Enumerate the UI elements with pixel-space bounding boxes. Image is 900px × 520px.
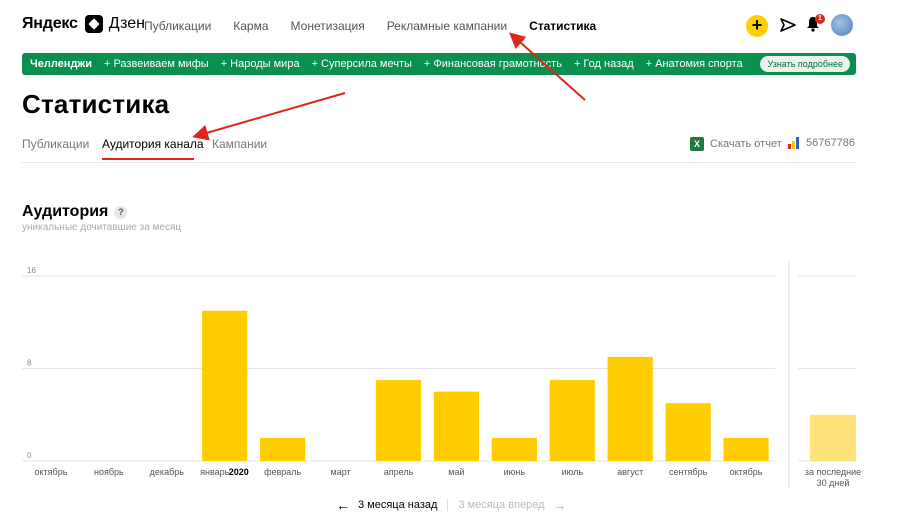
pager-forward-button[interactable]: 3 месяца вперед bbox=[458, 499, 544, 511]
download-report-label: Скачать отчет bbox=[710, 138, 782, 150]
bar bbox=[665, 403, 711, 461]
x-tick-label: январь bbox=[200, 467, 230, 477]
arrow-right-icon[interactable]: → bbox=[553, 497, 567, 513]
bar-last-30-days bbox=[810, 414, 856, 461]
notification-badge: 1 bbox=[815, 14, 825, 24]
bar bbox=[202, 310, 248, 461]
channel-id: 56767786 bbox=[788, 137, 855, 149]
challenge-bar: Челленджи + Развеиваем мифы + Народы мир… bbox=[22, 53, 856, 75]
chart-pager: ← 3 месяца назад 3 месяца вперед → bbox=[336, 497, 567, 513]
challenge-title: Челленджи bbox=[30, 58, 92, 70]
y-tick-label: 8 bbox=[27, 359, 32, 368]
tab-publications[interactable]: Публикации bbox=[22, 137, 89, 151]
tabs-divider bbox=[22, 162, 856, 163]
x-tick-label: октябрь bbox=[730, 467, 763, 477]
x-tick-label: ноябрь bbox=[94, 467, 124, 477]
challenge-item[interactable]: + Развеиваем мифы bbox=[104, 58, 209, 70]
x-tick-label: октябрь bbox=[35, 467, 68, 477]
bar bbox=[723, 437, 769, 461]
nav-statistics[interactable]: Статистика bbox=[529, 19, 596, 33]
y-tick-label: 16 bbox=[27, 266, 36, 275]
tab-channel-audience[interactable]: Аудитория канала bbox=[102, 137, 204, 151]
y-tick-label: 0 bbox=[27, 451, 32, 460]
x-tick-label: сентябрь bbox=[669, 467, 708, 477]
page-title: Статистика bbox=[22, 89, 170, 119]
nav-monetization[interactable]: Монетизация bbox=[291, 19, 365, 33]
arrow-left-icon[interactable]: ← bbox=[336, 497, 350, 513]
bar bbox=[607, 356, 653, 461]
annotation-arrow bbox=[192, 92, 346, 141]
help-icon[interactable]: ? bbox=[114, 205, 128, 219]
x-tick-label: август bbox=[617, 467, 643, 477]
audience-title-text: Аудитория bbox=[22, 203, 109, 220]
challenge-item[interactable]: + Финансовая грамотность bbox=[424, 58, 562, 70]
download-report-link[interactable]: X Скачать отчет bbox=[690, 137, 782, 151]
x-tick-label: июль bbox=[562, 467, 584, 477]
x-tick-label: апрель bbox=[384, 467, 414, 477]
audience-title: Аудитория ? bbox=[22, 203, 128, 221]
challenge-item[interactable]: + Народы мира bbox=[221, 58, 300, 70]
x-tick-label: май bbox=[448, 467, 464, 477]
yandex-zen-logo[interactable]: Яндекс Дзен bbox=[22, 15, 145, 33]
bar bbox=[375, 380, 422, 461]
avatar[interactable] bbox=[831, 14, 853, 36]
send-icon[interactable] bbox=[780, 17, 796, 33]
active-tab-underline bbox=[102, 158, 194, 160]
x-tick-label: декабрь bbox=[150, 467, 185, 477]
stats-bars-icon bbox=[788, 137, 800, 149]
zen-logo-icon bbox=[84, 15, 103, 33]
excel-icon: X bbox=[690, 137, 704, 151]
nav-ad-campaigns[interactable]: Рекламные кампании bbox=[387, 19, 507, 33]
logo-yandex-text: Яндекс bbox=[22, 15, 78, 32]
x-tick-label: 30 дней bbox=[817, 478, 850, 488]
logo-zen-text: Дзен bbox=[108, 15, 145, 32]
bar bbox=[260, 437, 306, 461]
create-plus-button[interactable]: + bbox=[746, 15, 768, 37]
pager-back-button[interactable]: 3 месяца назад bbox=[358, 499, 437, 511]
audience-subtitle: уникальные дочитавшие за месяц bbox=[22, 222, 182, 233]
bar bbox=[433, 391, 480, 461]
x-tick-label: за последние bbox=[805, 467, 861, 477]
learn-more-button[interactable]: Узнать подробнее bbox=[760, 56, 850, 72]
main-nav: Публикации Карма Монетизация Рекламные к… bbox=[144, 19, 618, 33]
challenge-item[interactable]: + Анатомия спорта bbox=[646, 58, 743, 70]
nav-karma[interactable]: Карма bbox=[233, 19, 268, 33]
channel-id-value: 56767786 bbox=[806, 137, 855, 149]
x-tick-label: июнь bbox=[504, 467, 526, 477]
challenge-item[interactable]: + Год назад bbox=[574, 58, 634, 70]
challenge-item[interactable]: + Суперсила мечты bbox=[312, 58, 412, 70]
year-label: 2020 bbox=[229, 467, 249, 477]
x-tick-label: март bbox=[331, 467, 351, 477]
tab-campaigns[interactable]: Кампании bbox=[212, 137, 267, 151]
pager-divider bbox=[447, 499, 449, 511]
bar bbox=[491, 437, 537, 461]
bar bbox=[549, 380, 595, 461]
x-tick-label: февраль bbox=[264, 467, 301, 477]
nav-publications[interactable]: Публикации bbox=[144, 19, 211, 33]
top-header: Яндекс Дзен Публикации Карма Монетизация… bbox=[0, 0, 900, 50]
audience-bar-chart: 0 8 16 октябрь ноябрь декабрь январь 2020 феврал… bbox=[22, 262, 861, 488]
